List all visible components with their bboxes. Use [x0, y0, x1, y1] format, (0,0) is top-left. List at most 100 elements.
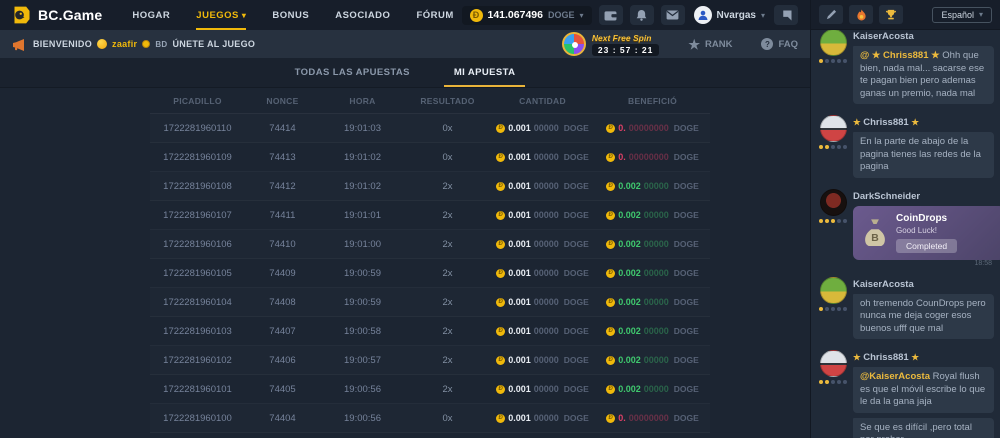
user-level-stars — [819, 307, 847, 311]
bet-time: 19:00:57 — [320, 355, 405, 366]
bet-nonce: 74410 — [245, 239, 320, 250]
tab-all-bets[interactable]: TODAS LAS APUESTAS — [295, 58, 410, 87]
bet-amount: Ð0.00100000DOGE — [490, 210, 595, 220]
chat-toggle-button[interactable] — [774, 5, 798, 25]
bet-time: 19:01:03 — [320, 123, 405, 134]
bet-result: 2x — [405, 239, 490, 250]
table-row[interactable]: 1722281960104 74408 19:00:59 2x Ð0.00100… — [150, 288, 710, 317]
chat-bubble: oh tremendo CounDrops pero nunca me deja… — [853, 294, 994, 340]
bet-result: 0x — [405, 123, 490, 134]
inbox-button[interactable] — [661, 5, 685, 25]
spin-wheel-icon — [562, 32, 586, 56]
chat-username[interactable]: ★ Chriss881 ★ — [853, 117, 994, 128]
chat-username[interactable]: KaiserAcosta — [853, 31, 994, 42]
bet-time: 19:01:00 — [320, 239, 405, 250]
table-row[interactable]: 1722281960107 74411 19:01:01 2x Ð0.00100… — [150, 201, 710, 230]
message-body: KaiserAcosta oh tremendo CounDrops pero … — [853, 277, 994, 345]
bets-tabs: TODAS LAS APUESTAS MI APUESTA — [0, 58, 810, 88]
coindrop-card[interactable]: B CoinDrops Good Luck! Completed — [853, 206, 1000, 260]
avatar[interactable] — [820, 277, 847, 304]
doge-coin-icon: Ð — [496, 240, 505, 249]
chat-username[interactable]: KaiserAcosta — [853, 279, 994, 290]
coindrop-completed-button[interactable]: Completed — [896, 239, 957, 253]
nav-item-juegos[interactable]: JUEGOS▾ — [196, 0, 246, 30]
bets-table: PICADILLO NONCE HORA RESULTADO CANTIDAD … — [150, 88, 710, 433]
table-row[interactable]: 1722281960109 74413 19:01:02 0x Ð0.00100… — [150, 143, 710, 172]
bet-profit: Ð0.00200000DOGE — [595, 384, 710, 394]
nav-item-forum[interactable]: FÓRUM — [416, 0, 453, 30]
language-selector[interactable]: Español ▾ — [932, 7, 992, 23]
chevron-down-icon: ▾ — [979, 10, 983, 19]
faq-button[interactable]: ? FAQ — [761, 38, 798, 50]
user-level-stars — [819, 219, 847, 223]
bet-time: 19:00:58 — [320, 326, 405, 337]
table-row[interactable]: 1722281960108 74412 19:01:02 2x Ð0.00100… — [150, 172, 710, 201]
bet-profit: Ð0.00000000DOGE — [595, 123, 710, 133]
user-level-stars — [819, 380, 847, 384]
bet-nonce: 74408 — [245, 297, 320, 308]
table-row[interactable]: 1722281960110 74414 19:01:03 0x Ð0.00100… — [150, 114, 710, 143]
doge-coin-icon: Ð — [496, 356, 505, 365]
brand-logo[interactable]: BC.Game — [12, 5, 102, 25]
mention[interactable]: @ ★ Chriss881 ★ — [860, 50, 940, 61]
bet-time: 19:00:56 — [320, 413, 405, 424]
doge-coin-icon: Ð — [606, 153, 615, 162]
table-row[interactable]: 1722281960106 74410 19:01:00 2x Ð0.00100… — [150, 230, 710, 259]
chat-message: KaiserAcosta @ ★ Chriss881 ★ Ohh que bie… — [819, 30, 994, 109]
mention[interactable]: @KaiserAcosta — [860, 371, 930, 382]
col-time: HORA — [320, 96, 405, 106]
star-icon: ★ — [911, 117, 919, 127]
bet-amount: Ð0.00100000DOGE — [490, 239, 595, 249]
chat-rules-button[interactable] — [819, 5, 843, 24]
balance-currency: DOGE — [548, 10, 575, 20]
user-menu[interactable]: Nvargas ▾ — [694, 6, 765, 24]
bet-result: 0x — [405, 413, 490, 424]
bet-result: 2x — [405, 210, 490, 221]
brand-name: BC.Game — [38, 7, 102, 23]
table-row[interactable]: 1722281960100 74404 19:00:56 0x Ð0.00100… — [150, 404, 710, 433]
bet-hash: 1722281960107 — [150, 210, 245, 221]
avatar[interactable] — [820, 30, 847, 56]
bet-amount: Ð0.00100000DOGE — [490, 297, 595, 307]
avatar[interactable] — [820, 350, 847, 377]
main-column: BC.Game HOGAR JUEGOS▾ BONUS ASOCIADO FÓR… — [0, 0, 810, 438]
bet-profit: Ð0.00000000DOGE — [595, 152, 710, 162]
doge-coin-icon: Ð — [496, 269, 505, 278]
contest-button[interactable] — [879, 5, 903, 24]
table-row[interactable]: 1722281960105 74409 19:00:59 2x Ð0.00100… — [150, 259, 710, 288]
wallet-icon — [604, 10, 617, 21]
table-row[interactable]: 1722281960102 74406 19:00:57 2x Ð0.00100… — [150, 346, 710, 375]
bet-amount: Ð0.00100000DOGE — [490, 268, 595, 278]
bet-amount: Ð0.00100000DOGE — [490, 413, 595, 423]
bet-result: 2x — [405, 384, 490, 395]
user-level-stars — [819, 59, 847, 63]
bet-amount: Ð0.00100000DOGE — [490, 355, 595, 365]
col-nonce: NONCE — [245, 96, 320, 106]
notifications-button[interactable] — [630, 5, 654, 25]
avatar-column — [819, 189, 847, 271]
chat-bubble: @KaiserAcosta Royal flush es que el móvi… — [853, 367, 994, 413]
rank-button[interactable]: ★ RANK — [688, 38, 732, 51]
free-spin-label: Next Free Spin — [592, 33, 659, 43]
chat-username[interactable]: ★ Chriss881 ★ — [853, 352, 994, 363]
balance-selector[interactable]: Ð 141.067496 DOGE ▾ — [462, 6, 592, 25]
chat-username[interactable]: DarkSchneider — [853, 191, 994, 202]
nav-item-hogar[interactable]: HOGAR — [132, 0, 170, 30]
avatar[interactable] — [820, 189, 847, 216]
coindrop-button[interactable] — [849, 5, 873, 24]
money-bag-icon: B — [862, 218, 888, 248]
nav-item-asociado[interactable]: ASOCIADO — [335, 0, 390, 30]
medal-icon — [142, 40, 150, 48]
tab-my-bet[interactable]: MI APUESTA — [454, 58, 516, 87]
avatar[interactable] — [820, 115, 847, 142]
chat-bubble-icon — [780, 10, 792, 21]
nav-item-bonus[interactable]: BONUS — [272, 0, 309, 30]
table-row[interactable]: 1722281960101 74405 19:00:56 2x Ð0.00100… — [150, 375, 710, 404]
table-row[interactable]: 1722281960103 74407 19:00:58 2x Ð0.00100… — [150, 317, 710, 346]
chat-message: ★ Chriss881 ★ @KaiserAcosta Royal flush … — [819, 350, 994, 438]
free-spin-widget[interactable]: Next Free Spin 23 : 57 : 21 — [562, 32, 659, 56]
star-icon: ★ — [911, 352, 919, 362]
doge-coin-icon: Ð — [496, 298, 505, 307]
welcomed-username[interactable]: zaafir — [112, 39, 137, 49]
wallet-button[interactable] — [599, 5, 623, 25]
